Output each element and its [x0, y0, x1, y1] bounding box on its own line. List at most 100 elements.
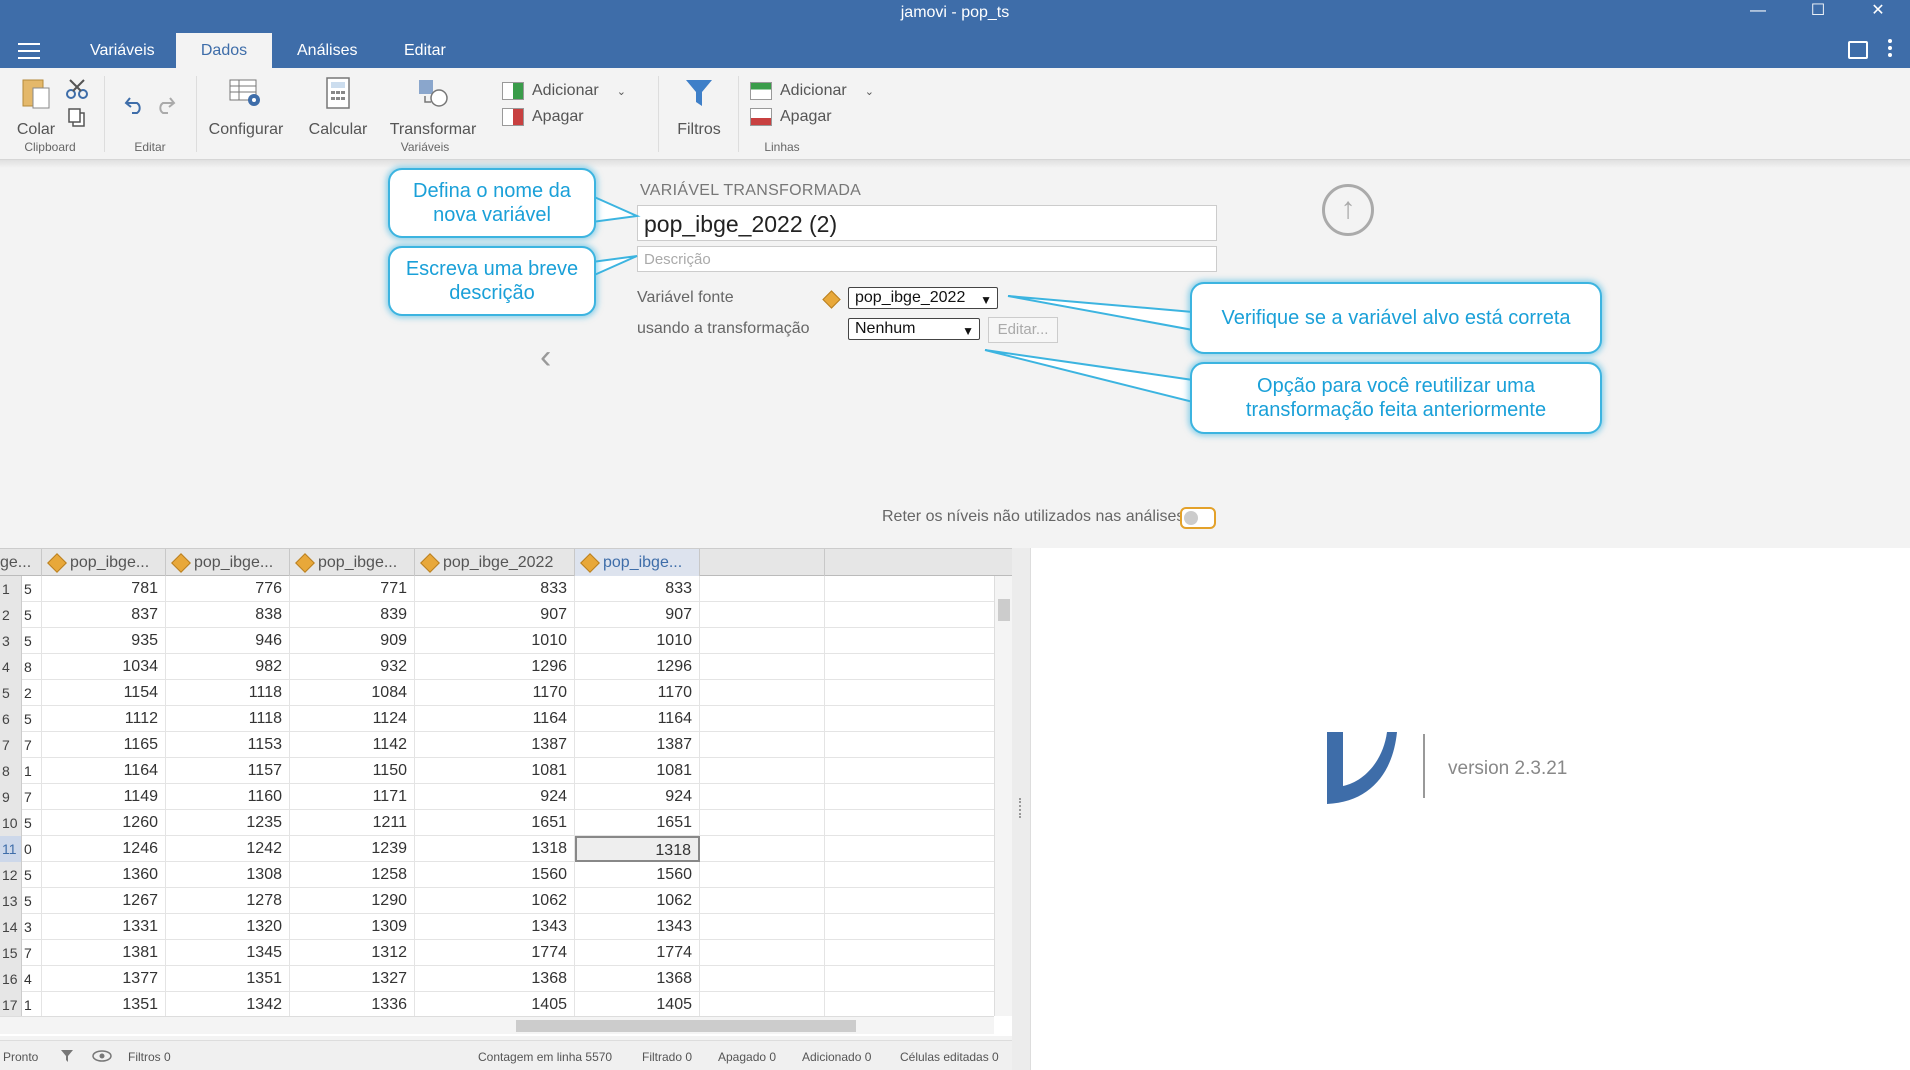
table-cell[interactable]: 0	[22, 836, 42, 862]
table-cell[interactable]: 1239	[290, 836, 415, 862]
table-cell[interactable]: 3	[22, 914, 42, 940]
table-cell[interactable]: 1124	[290, 706, 415, 732]
table-cell[interactable]	[700, 628, 825, 654]
table-cell[interactable]: 1381	[42, 940, 166, 966]
table-cell[interactable]: 907	[575, 602, 700, 628]
table-cell[interactable]: 1	[22, 758, 42, 784]
table-cell[interactable]: 1153	[166, 732, 290, 758]
minimize-button[interactable]: —	[1728, 0, 1788, 26]
table-cell[interactable]: 2	[22, 680, 42, 706]
delete-row-button[interactable]: Apagar	[750, 106, 832, 128]
maximize-button[interactable]: ☐	[1788, 0, 1848, 26]
table-cell[interactable]: 1170	[575, 680, 700, 706]
table-cell[interactable]: 1081	[415, 758, 575, 784]
table-cell[interactable]: 1258	[290, 862, 415, 888]
redo-icon[interactable]	[154, 94, 176, 114]
chevron-left-icon[interactable]: ‹	[540, 338, 551, 377]
table-cell[interactable]: 1118	[166, 706, 290, 732]
table-cell[interactable]: 1387	[415, 732, 575, 758]
row-number[interactable]: 10	[0, 810, 22, 836]
filter-icon[interactable]	[60, 1048, 74, 1064]
more-options-icon[interactable]	[1888, 39, 1894, 61]
row-number[interactable]: 12	[0, 862, 22, 888]
table-cell[interactable]: 1150	[290, 758, 415, 784]
tab-editar[interactable]: Editar	[392, 33, 458, 68]
table-cell[interactable]: 1062	[415, 888, 575, 914]
table-cell[interactable]: 7	[22, 732, 42, 758]
compute-button[interactable]: Calcular	[300, 76, 376, 139]
table-cell[interactable]	[700, 836, 825, 862]
table-cell[interactable]: 1342	[166, 992, 290, 1016]
variable-name-input[interactable]: pop_ibge_2022 (2)	[637, 205, 1217, 241]
vertical-scrollbar[interactable]	[994, 576, 1012, 1016]
table-cell[interactable]: 1242	[166, 836, 290, 862]
table-cell[interactable]: 8	[22, 654, 42, 680]
table-cell[interactable]	[700, 680, 825, 706]
table-cell[interactable]: 1308	[166, 862, 290, 888]
table-cell[interactable]: 1774	[415, 940, 575, 966]
table-cell[interactable]	[700, 966, 825, 992]
table-cell[interactable]: 1312	[290, 940, 415, 966]
table-cell[interactable]: 1560	[575, 862, 700, 888]
table-cell[interactable]: 7	[22, 784, 42, 810]
copy-icon[interactable]	[68, 108, 86, 128]
table-cell[interactable]: 1560	[415, 862, 575, 888]
table-cell[interactable]: 1149	[42, 784, 166, 810]
row-number[interactable]: 9	[0, 784, 22, 810]
table-cell[interactable]: 1343	[575, 914, 700, 940]
table-cell[interactable]: 924	[415, 784, 575, 810]
table-cell[interactable]: 1309	[290, 914, 415, 940]
table-cell[interactable]: 1336	[290, 992, 415, 1016]
table-cell[interactable]: 1351	[42, 992, 166, 1016]
row-number[interactable]: 14	[0, 914, 22, 940]
table-cell[interactable]	[700, 888, 825, 914]
column-header-empty[interactable]	[700, 549, 825, 576]
table-cell[interactable]: 1164	[42, 758, 166, 784]
table-cell[interactable]: 1345	[166, 940, 290, 966]
table-cell[interactable]: 1331	[42, 914, 166, 940]
undo-icon[interactable]	[124, 94, 146, 114]
table-cell[interactable]: 909	[290, 628, 415, 654]
tab-dados[interactable]: Dados	[176, 33, 272, 68]
filters-button[interactable]: Filtros	[668, 76, 730, 139]
table-cell[interactable]: 781	[42, 576, 166, 602]
table-cell[interactable]: 946	[166, 628, 290, 654]
eye-icon[interactable]	[92, 1049, 112, 1063]
table-cell[interactable]: 1343	[415, 914, 575, 940]
table-cell[interactable]: 1171	[290, 784, 415, 810]
add-variable-button[interactable]: Adicionar ⌄	[502, 80, 626, 102]
row-number[interactable]: 4	[0, 654, 22, 680]
table-cell[interactable]	[700, 810, 825, 836]
table-cell[interactable]: 1081	[575, 758, 700, 784]
row-number[interactable]: 5	[0, 680, 22, 706]
table-cell[interactable]: 5	[22, 576, 42, 602]
table-cell[interactable]: 907	[415, 602, 575, 628]
transform-select[interactable]: Nenhum ▼	[848, 318, 980, 340]
table-cell[interactable]: 1164	[575, 706, 700, 732]
table-cell[interactable]: 1211	[290, 810, 415, 836]
table-cell[interactable]: 1387	[575, 732, 700, 758]
tab-variaveis[interactable]: Variáveis	[78, 33, 167, 68]
table-cell[interactable]	[700, 914, 825, 940]
table-cell[interactable]: 1	[22, 992, 42, 1016]
table-cell[interactable]: 1142	[290, 732, 415, 758]
table-cell[interactable]: 837	[42, 602, 166, 628]
table-cell[interactable]: 833	[415, 576, 575, 602]
chevron-down-icon[interactable]: ⌄	[617, 86, 626, 98]
source-variable-select[interactable]: pop_ibge_2022 ▼	[848, 287, 998, 309]
table-cell[interactable]: 1368	[415, 966, 575, 992]
table-cell[interactable]: 5	[22, 862, 42, 888]
row-number[interactable]: 15	[0, 940, 22, 966]
table-cell[interactable]: 1010	[575, 628, 700, 654]
table-cell[interactable]: 924	[575, 784, 700, 810]
paste-button[interactable]: Colar	[12, 76, 60, 139]
edit-transform-button[interactable]: Editar...	[988, 317, 1058, 343]
table-cell[interactable]: 5	[22, 628, 42, 654]
table-cell[interactable]: 1170	[415, 680, 575, 706]
scroll-thumb[interactable]	[516, 1020, 856, 1032]
description-input[interactable]: Descrição	[637, 246, 1217, 272]
splitter-grip-icon[interactable]	[1019, 798, 1023, 818]
table-cell[interactable]: 1246	[42, 836, 166, 862]
row-number[interactable]: 2	[0, 602, 22, 628]
table-cell[interactable]: 4	[22, 966, 42, 992]
